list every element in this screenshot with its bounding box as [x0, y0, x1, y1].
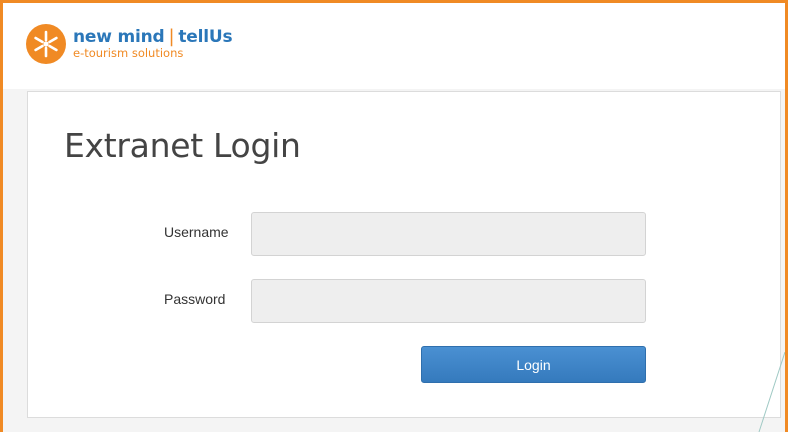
username-label: Username [164, 224, 229, 240]
brand-text: new mind | tellUs e-tourism solutions [73, 26, 233, 61]
login-panel: Extranet Login Username Password Login [27, 91, 781, 418]
login-button[interactable]: Login [421, 346, 646, 383]
page-title: Extranet Login [64, 126, 301, 165]
page-frame: new mind | tellUs e-tourism solutions Ex… [0, 0, 788, 432]
brand-name-right: tellUs [178, 26, 233, 47]
brand-logo[interactable]: new mind | tellUs e-tourism solutions [25, 23, 233, 65]
password-label: Password [164, 291, 226, 307]
brand-name: new mind | tellUs [73, 26, 233, 48]
username-input[interactable] [251, 212, 646, 256]
brand-tagline: e-tourism solutions [73, 46, 184, 61]
brand-separator: | [168, 26, 175, 48]
brand-name-left: new mind [73, 26, 165, 47]
decorative-line [758, 352, 785, 432]
snowflake-logo-icon [26, 24, 66, 64]
password-input[interactable] [251, 279, 646, 323]
header: new mind | tellUs e-tourism solutions [3, 3, 785, 89]
